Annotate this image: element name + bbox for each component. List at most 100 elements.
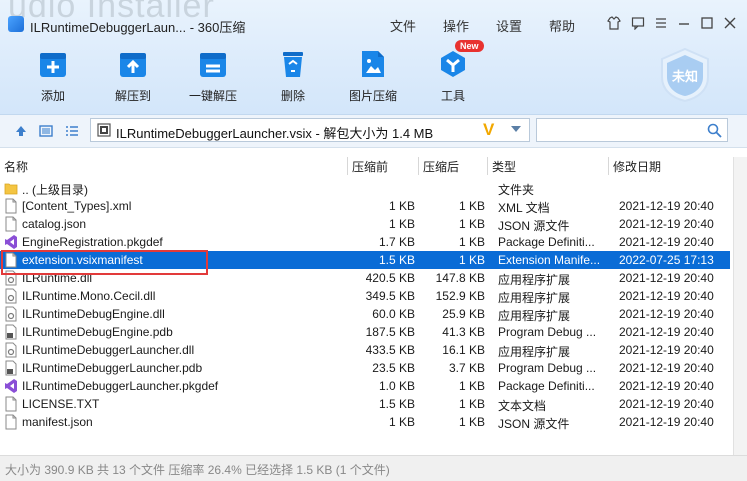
file-size: 1 KB — [388, 415, 415, 429]
list-header: 名称 压缩前 压缩后 类型 修改日期 — [0, 157, 730, 175]
file-packed-size: 147.8 KB — [435, 271, 485, 285]
file-packed-size: 1 KB — [458, 217, 485, 231]
search-icon[interactable] — [707, 123, 722, 138]
close-icon[interactable] — [720, 13, 740, 33]
table-row[interactable]: ILRuntimeDebuggerLauncher.pkgdef 1.0 KB 1 … — [0, 377, 730, 395]
file-packed-size: 1 KB — [458, 199, 485, 213]
table-row[interactable]: ILRuntime.dll 420.5 KB 147.8 KB 应用程序扩展 2021-… — [0, 269, 730, 287]
file-date: 2022-07-25 17:13 — [619, 253, 714, 267]
menu-settings[interactable]: 设置 — [496, 16, 522, 35]
dll-icon — [4, 270, 18, 286]
file-type: XML 文档 — [498, 201, 550, 215]
file-name: ILRuntimeDebugEngine.dll — [22, 307, 165, 321]
security-shield-icon[interactable]: 未知 — [658, 47, 712, 103]
menu-lines-icon[interactable] — [651, 13, 671, 33]
file-packed-size: 152.9 KB — [435, 289, 485, 303]
search-input[interactable] — [536, 118, 728, 142]
file-name: ILRuntime.dll — [22, 271, 93, 285]
file-packed-size: 1 KB — [458, 235, 485, 249]
file-date: 2021-12-19 20:40 — [619, 343, 714, 357]
file-size: 1.5 KB — [378, 397, 415, 411]
table-row[interactable]: extension.vsixmanifest 1.5 KB 1 KB Extensio… — [0, 251, 730, 269]
col-packed[interactable]: 压缩后 — [423, 158, 459, 175]
table-row[interactable]: ILRuntimeDebugEngine.dll 60.0 KB 25.9 KB 应用… — [0, 305, 730, 323]
table-row[interactable]: .. (上级目录) 文件夹 — [0, 179, 730, 197]
file-icon — [4, 198, 18, 214]
col-size[interactable]: 压缩前 — [352, 158, 388, 175]
file-date: 2021-12-19 20:40 — [619, 415, 714, 429]
file-name: ILRuntimeDebuggerLauncher.pkgdef — [22, 379, 219, 393]
file-list: .. (上级目录) 文件夹 [Content_Types].xml 1 KB 1 KB X… — [0, 179, 730, 431]
file-packed-size: 1 KB — [458, 415, 485, 429]
vertical-scrollbar[interactable] — [733, 157, 747, 455]
file-type: JSON 源文件 — [498, 219, 570, 233]
v-logo-icon[interactable]: V — [483, 120, 494, 140]
add-button[interactable]: 添加 — [18, 49, 88, 104]
extract-to-button[interactable]: 解压到 — [98, 49, 168, 104]
file-name: ILRuntimeDebugEngine.pdb — [22, 325, 173, 339]
new-badge: New — [455, 40, 484, 52]
file-date: 2021-12-19 20:40 — [619, 271, 714, 285]
table-row[interactable]: LICENSE.TXT 1.5 KB 1 KB 文本文档 2021-12-19 20:4… — [0, 395, 730, 413]
file-date: 2021-12-19 20:40 — [619, 217, 714, 231]
table-row[interactable]: ILRuntimeDebuggerLauncher.dll 433.5 KB 16.… — [0, 341, 730, 359]
add-icon — [38, 49, 68, 79]
file-type: 应用程序扩展 — [498, 309, 571, 323]
table-row[interactable]: catalog.json 1 KB 1 KB JSON 源文件 2021-12-19 2… — [0, 215, 730, 233]
skin-icon[interactable] — [604, 13, 624, 33]
feedback-icon[interactable] — [628, 13, 648, 33]
file-packed-size: 3.7 KB — [448, 361, 485, 375]
file-icon — [4, 252, 18, 268]
menu-operate[interactable]: 操作 — [443, 16, 469, 35]
one-click-extract-icon — [198, 49, 228, 79]
visual-studio-icon — [4, 378, 18, 394]
menu-file[interactable]: 文件 — [390, 16, 416, 35]
col-type[interactable]: 类型 — [492, 158, 516, 175]
tools-button[interactable]: 工具 — [418, 49, 488, 104]
file-size: 349.5 KB — [365, 289, 415, 303]
up-arrow-icon[interactable] — [14, 124, 28, 138]
file-name: extension.vsixmanifest — [22, 253, 143, 267]
table-row[interactable]: ILRuntimeDebugEngine.pdb 187.5 KB 41.3 KB P… — [0, 323, 730, 341]
address-bar[interactable]: ILRuntimeDebuggerLauncher.vsix - 解包大小为 1… — [90, 118, 530, 142]
file-name: catalog.json — [22, 217, 87, 231]
menu-help[interactable]: 帮助 — [549, 16, 575, 35]
table-row[interactable]: manifest.json 1 KB 1 KB JSON 源文件 2021-12-19 … — [0, 413, 730, 431]
file-size: 1.0 KB — [378, 379, 415, 393]
table-row[interactable]: EngineRegistration.pkgdef 1.7 KB 1 KB Packa… — [0, 233, 730, 251]
file-type: 文本文档 — [498, 399, 547, 413]
table-row[interactable]: ILRuntime.Mono.Cecil.dll 349.5 KB 152.9 KB… — [0, 287, 730, 305]
file-type: 文件夹 — [498, 183, 535, 197]
table-row[interactable]: [Content_Types].xml 1 KB 1 KB XML 文档 2021-12… — [0, 197, 730, 215]
address-dropdown-icon[interactable] — [511, 126, 521, 132]
file-packed-size: 41.3 KB — [442, 325, 485, 339]
file-size: 60.0 KB — [372, 307, 415, 321]
image-compress-button[interactable]: 图片压缩 — [338, 49, 408, 104]
file-name: ILRuntimeDebuggerLauncher.dll — [22, 343, 195, 357]
one-click-extract-button[interactable]: 一键解压 — [178, 49, 248, 104]
archive-path: ILRuntimeDebuggerLauncher.vsix - 解包大小为 1… — [116, 126, 434, 141]
tools-icon — [438, 49, 468, 79]
col-date[interactable]: 修改日期 — [613, 158, 661, 175]
file-type: Package Definiti... — [498, 379, 595, 393]
delete-button[interactable]: 删除 — [258, 49, 328, 104]
file-type: Program Debug ... — [498, 361, 597, 375]
pdb-icon — [4, 360, 18, 376]
file-packed-size: 25.9 KB — [442, 307, 485, 321]
file-packed-size: 16.1 KB — [442, 343, 485, 357]
file-size: 1.7 KB — [378, 235, 415, 249]
file-size: 187.5 KB — [365, 325, 415, 339]
file-name: LICENSE.TXT — [22, 397, 100, 411]
maximize-icon[interactable] — [697, 13, 717, 33]
shield-label: 未知 — [671, 69, 698, 84]
file-type: JSON 源文件 — [498, 417, 570, 431]
list-view-icon[interactable] — [65, 124, 79, 138]
table-row[interactable]: ILRuntimeDebuggerLauncher.pdb 23.5 KB 3.7 … — [0, 359, 730, 377]
file-name: manifest.json — [22, 415, 93, 429]
file-size: 420.5 KB — [365, 271, 415, 285]
delete-icon — [278, 49, 308, 79]
thumbnail-view-icon[interactable] — [39, 124, 53, 138]
title-bar: ILRuntimeDebuggerLaun... - 360压缩 文件 操作 设… — [0, 0, 747, 40]
col-name[interactable]: 名称 — [4, 158, 28, 175]
minimize-icon[interactable] — [674, 13, 694, 33]
